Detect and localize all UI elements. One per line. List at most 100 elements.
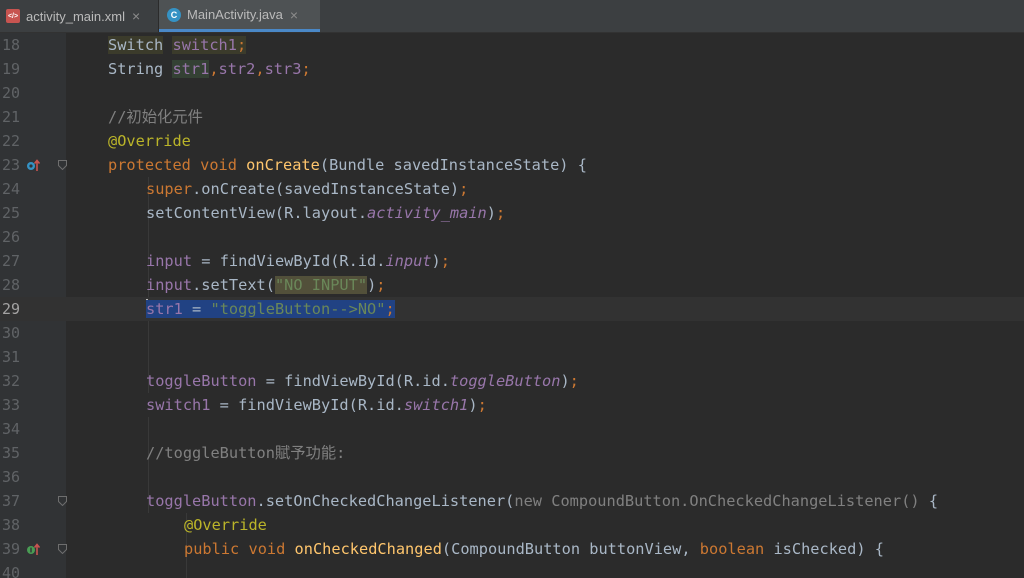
code-line[interactable]: 27 input = findViewById(R.id.input); [0,249,1024,273]
line-number: 35 [2,444,21,462]
code-line[interactable]: 37 toggleButton.setOnCheckedChangeListen… [0,489,1024,513]
code-token: "toggleButton-->NO" [210,300,386,318]
code-token: public [184,540,240,558]
code-token: = findViewById(R.id. [192,252,386,270]
code-line[interactable]: 36 [0,465,1024,489]
editor-tab-bar: </> activity_main.xml × C MainActivity.j… [0,0,1024,33]
code-line[interactable]: 23 protected void onCreate(Bundle savedI… [0,153,1024,177]
code-line[interactable]: 39 public void onCheckedChanged(Compound… [0,537,1024,561]
code-token: protected [108,156,191,174]
code-line[interactable]: 30 [0,321,1024,345]
code-line[interactable]: 20 [0,81,1024,105]
code-token: ) [486,204,496,222]
xml-file-icon: </> [6,9,20,23]
close-icon[interactable]: × [132,8,140,24]
line-code: protected void onCreate(Bundle savedInst… [108,153,587,177]
line-code: Switch switch1; [108,33,247,57]
code-line[interactable]: 28 input.setText("NO INPUT"); [0,273,1024,297]
code-token: input [146,252,193,270]
code-token: { [919,492,939,510]
line-number: 30 [2,324,21,342]
code-line[interactable]: 33 switch1 = findViewById(R.id.switch1); [0,393,1024,417]
selected-text[interactable]: str1 = "toggleButton-->NO"; [146,300,395,318]
line-number: 24 [2,180,21,198]
line-number: 40 [2,564,21,578]
code-token: Switch [108,36,164,54]
close-icon[interactable]: × [290,7,298,23]
line-code: str1 = "toggleButton-->NO"; [146,297,395,321]
line-code: input.setText("NO INPUT"); [146,273,386,297]
code-token: ) [367,276,377,294]
code-token: (Bundle savedInstanceState) { [319,156,587,174]
line-number: 36 [2,468,21,486]
code-token: ; [477,396,487,414]
line-number: 18 [2,36,21,54]
line-number: 39 [2,540,21,558]
fold-icon[interactable] [58,496,67,506]
code-token: ) [431,252,441,270]
code-comment: //toggleButton賦予功能: [146,444,346,462]
code-token: = [182,300,211,318]
code-token: ; [459,180,469,198]
code-line[interactable]: 24 super.onCreate(savedInstanceState); [0,177,1024,201]
line-code: toggleButton = findViewById(R.id.toggleB… [146,369,579,393]
code-token: switch1 [172,36,237,54]
tab-activity-main-xml[interactable]: </> activity_main.xml × [0,0,158,32]
code-token: ) [468,396,478,414]
code-line[interactable]: 40 [0,561,1024,578]
line-number: 23 [2,156,21,174]
code-line[interactable]: 32 toggleButton = findViewById(R.id.togg… [0,369,1024,393]
code-token: activity_main [367,204,487,222]
code-token: "NO INPUT" [274,276,368,294]
code-token: , [255,60,265,78]
line-code: input = findViewById(R.id.input); [146,249,450,273]
code-line[interactable]: 31 [0,345,1024,369]
line-number: 25 [2,204,21,222]
code-token: ; [236,36,247,54]
code-line[interactable]: 21 //初始化元件 [0,105,1024,129]
code-token: = findViewById(R.id. [210,396,404,414]
code-line-current[interactable]: 29 str1 = "toggleButton-->NO"; [0,297,1024,321]
code-token: isChecked) { [764,540,884,558]
code-annotation: @Override [184,516,267,534]
fold-icon[interactable] [58,160,67,170]
code-token: , [209,60,219,78]
line-code: public void onCheckedChanged(CompoundBut… [184,537,884,561]
line-number: 29 [2,300,21,318]
code-token: .setOnCheckedChangeListener( [256,492,515,510]
line-number: 26 [2,228,21,246]
code-token: str1 [146,300,183,318]
code-line[interactable]: 34 [0,417,1024,441]
code-line[interactable]: 22 @Override [0,129,1024,153]
line-number: 38 [2,516,21,534]
code-token: toggleButton [146,492,257,510]
code-line[interactable]: 19 String str1,str2,str3; [0,57,1024,81]
line-code: String str1,str2,str3; [108,57,311,81]
code-token: .onCreate(savedInstanceState) [192,180,460,198]
code-editor[interactable]: 18 Switch switch1; 19 String str1,str2,s… [0,33,1024,578]
code-token: ; [569,372,579,390]
line-number: 32 [2,372,21,390]
line-code: toggleButton.setOnCheckedChangeListener(… [146,489,938,513]
implements-up-arrow-icon[interactable] [26,542,40,556]
code-token: void [200,156,237,174]
code-token: super [146,180,193,198]
override-up-arrow-icon[interactable] [26,158,40,172]
code-line[interactable]: 18 Switch switch1; [0,33,1024,57]
code-token: (CompoundButton buttonView, [441,540,700,558]
code-token: str3 [264,60,302,78]
fold-icon[interactable] [58,544,67,554]
code-token: ; [495,204,506,222]
line-number: 34 [2,420,21,438]
java-class-icon: C [167,7,181,22]
line-number: 20 [2,84,21,102]
code-line[interactable]: 35 //toggleButton賦予功能: [0,441,1024,465]
code-token: input [146,276,193,294]
code-token: boolean [699,540,765,558]
line-number: 21 [2,108,21,126]
code-line[interactable]: 38 @Override [0,513,1024,537]
code-line[interactable]: 26 [0,225,1024,249]
tab-mainactivity-java[interactable]: C MainActivity.java × [159,0,320,32]
code-line[interactable]: 25 setContentView(R.layout.activity_main… [0,201,1024,225]
